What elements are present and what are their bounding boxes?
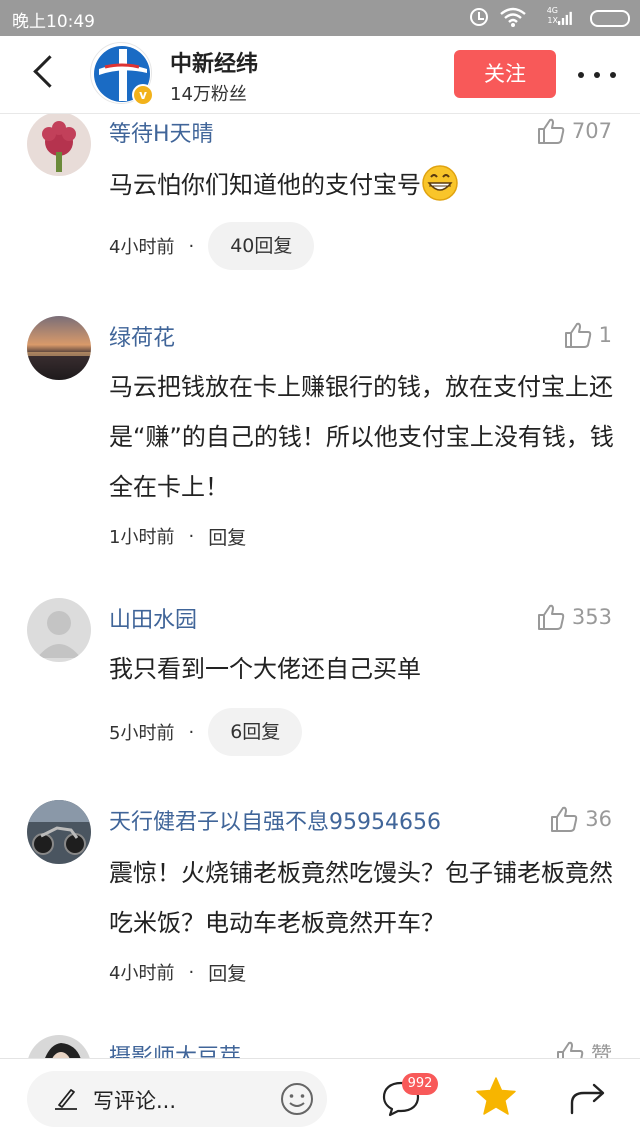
share-icon[interactable] <box>566 1077 610 1117</box>
status-bar: 晚上10:49 4G 1X <box>0 0 640 36</box>
user-avatar[interactable] <box>27 1035 91 1058</box>
emoji-button-icon[interactable] <box>279 1081 315 1117</box>
like-button[interactable]: 36 <box>549 804 612 834</box>
comment-item: 山田水园 353 我只看到一个大佬还自己买单 5小时前 · 6回复 <box>0 598 640 778</box>
comment-text-content: 马云怕你们知道他的支付宝号 <box>109 171 421 199</box>
user-avatar[interactable] <box>27 316 91 380</box>
comment-text: 马云把钱放在卡上赚银行的钱，放在支付宝上还是“赚”的自己的钱！所以他支付宝上没有… <box>109 373 614 501</box>
thumbs-up-icon <box>557 1041 584 1058</box>
meta-separator: · <box>188 525 195 547</box>
like-count: 707 <box>571 119 612 143</box>
grinning-face-icon <box>422 165 458 201</box>
default-avatar-icon <box>27 598 91 662</box>
comment-text: 我只看到一个大佬还自己买单 <box>109 655 421 683</box>
reply-button[interactable]: 40回复 <box>208 222 315 270</box>
more-dot <box>610 72 616 78</box>
comment-placeholder: 写评论... <box>93 1089 177 1113</box>
like-button[interactable]: 赞 <box>555 1039 612 1058</box>
thumbs-up-icon <box>537 604 565 630</box>
network-sub: 1X <box>547 16 558 25</box>
comment-meta: 1小时前 · 回复 <box>109 512 246 560</box>
avatar-image <box>27 114 91 176</box>
comment-time: 5小时前 <box>109 723 175 744</box>
battery-icon <box>590 10 630 27</box>
comment-meta: 4小时前 · 回复 <box>109 948 246 996</box>
like-count: 36 <box>585 807 612 831</box>
comment-username[interactable]: 天行健君子以自强不息95954656 <box>109 804 441 836</box>
publisher-fans: 14万粉丝 <box>170 84 247 105</box>
verified-badge-icon: v <box>132 84 154 106</box>
comment-text: 震惊！火烧铺老板竟然吃馒头？包子铺老板竟然吃米饭？电动车老板竟然开车？ <box>109 859 613 937</box>
like-button[interactable]: 1 <box>563 320 612 350</box>
avatar-image <box>27 800 91 864</box>
meta-separator: · <box>188 961 195 983</box>
thumbs-up-icon <box>537 118 565 144</box>
avatar-image <box>27 1035 91 1058</box>
comment-time: 1小时前 <box>109 527 175 548</box>
favorite-star-icon[interactable] <box>474 1075 518 1119</box>
comment-username[interactable]: 摄影师大豆芽 <box>109 1039 241 1058</box>
reply-button[interactable]: 6回复 <box>208 708 303 756</box>
bottom-action-bar: 写评论... 992 <box>0 1058 640 1138</box>
pencil-icon <box>55 1089 77 1110</box>
comment-username[interactable]: 山田水园 <box>109 602 197 634</box>
network-label: 4G 1X <box>540 6 558 26</box>
more-dot <box>594 72 600 78</box>
thumbs-up-icon <box>551 806 578 832</box>
comment-list[interactable]: 等待H天晴 707 马云怕你们知道他的支付宝号 4小时前 · 40回复 绿荷花 … <box>0 114 640 1058</box>
comment-time: 4小时前 <box>109 963 175 984</box>
like-count: 353 <box>571 605 612 629</box>
reply-button[interactable]: 回复 <box>208 959 246 986</box>
comment-item: 天行健君子以自强不息95954656 36 震惊！火烧铺老板竟然吃馒头？包子铺老… <box>0 800 640 1000</box>
like-count: 赞 <box>591 1043 612 1058</box>
network-type: 4G <box>546 6 558 15</box>
like-button[interactable]: 707 <box>536 116 612 146</box>
comment-username[interactable]: 等待H天晴 <box>109 116 214 148</box>
more-options-button[interactable] <box>572 56 622 92</box>
publisher-name[interactable]: 中新经纬 <box>170 46 258 78</box>
comment-item: 等待H天晴 707 马云怕你们知道他的支付宝号 4小时前 · 40回复 <box>0 114 640 294</box>
comment-text: 马云怕你们知道他的支付宝号 <box>109 160 619 210</box>
avatar-image <box>27 316 91 380</box>
alarm-icon <box>470 8 488 26</box>
thumbs-up-icon <box>564 322 591 348</box>
write-comment-input[interactable]: 写评论... <box>27 1071 327 1127</box>
comment-item: 绿荷花 1 马云把钱放在卡上赚银行的钱，放在支付宝上还是“赚”的自己的钱！所以他… <box>0 316 640 556</box>
wifi-icon <box>500 7 526 27</box>
back-button[interactable] <box>22 50 62 98</box>
user-avatar[interactable] <box>27 800 91 864</box>
comment-item: 摄影师大豆芽 赞 <box>0 1035 640 1058</box>
more-dot <box>578 72 584 78</box>
comment-username[interactable]: 绿荷花 <box>109 320 175 352</box>
article-header: v 中新经纬 14万粉丝 关注 <box>0 36 640 114</box>
comment-meta: 5小时前 · 6回复 <box>109 708 303 756</box>
comment-meta: 4小时前 · 40回复 <box>109 222 315 270</box>
reply-button[interactable]: 回复 <box>208 523 246 550</box>
like-button[interactable]: 353 <box>536 602 612 632</box>
status-icons: 4G 1X <box>470 6 630 30</box>
comment-count-badge: 992 <box>402 1073 438 1095</box>
user-avatar[interactable] <box>27 114 91 176</box>
meta-separator: · <box>188 721 195 743</box>
meta-separator: · <box>188 235 195 257</box>
comment-time: 4小时前 <box>109 237 175 258</box>
status-time: 晚上10:49 <box>12 12 95 32</box>
like-count: 1 <box>598 323 612 347</box>
user-avatar[interactable] <box>27 598 91 662</box>
follow-button[interactable]: 关注 <box>454 50 556 98</box>
signal-icon <box>558 11 572 25</box>
